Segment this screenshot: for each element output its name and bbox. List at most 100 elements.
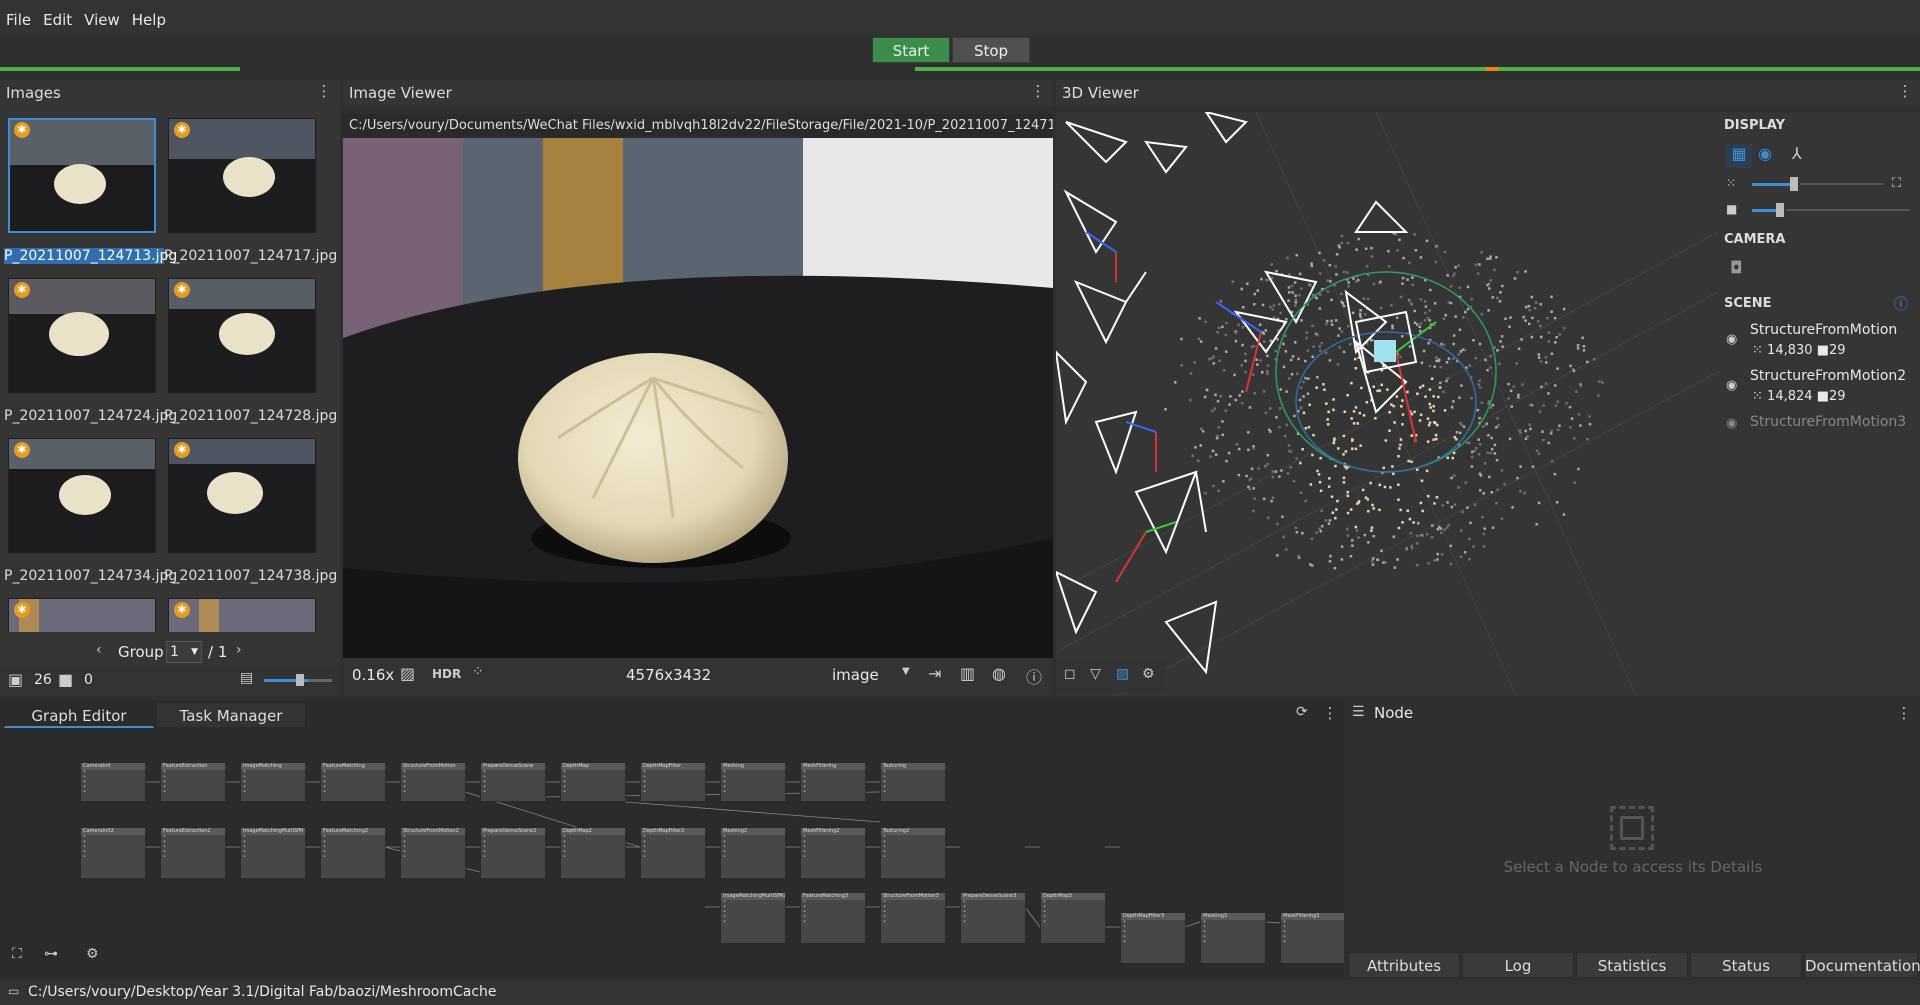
graph-node-port[interactable]: • (161, 790, 225, 795)
graph-node[interactable]: ImageMatchingMultiSfM • • • • • (240, 827, 306, 879)
grid-toggle-icon[interactable]: ▨ (1116, 666, 1129, 682)
graph-node-port[interactable]: • (721, 920, 785, 925)
graph-node-port[interactable]: • (241, 790, 305, 795)
graph-node[interactable]: DepthMapFilter • • • • • (640, 762, 706, 802)
tab-graph-editor[interactable]: Graph Editor (4, 702, 154, 728)
globe-icon[interactable]: ◍ (992, 664, 1006, 683)
eye-icon[interactable]: ◉ (1726, 378, 1737, 393)
frustum-icon[interactable]: ▽ (1090, 666, 1101, 682)
graph-node[interactable]: PrepareDenseScene2 • • • • • (480, 827, 546, 879)
graph-node-port[interactable]: • (881, 790, 945, 795)
graph-node-port[interactable]: • (561, 790, 625, 795)
group-select[interactable]: 1 ▼ (166, 641, 202, 663)
target-icon[interactable]: ◉ (1758, 144, 1772, 163)
graph-node[interactable]: StructureFromMotion2 • • • • • (400, 827, 466, 879)
graph-node[interactable]: DepthMap2 • • • • • (560, 827, 626, 879)
histogram-icon[interactable]: ▥ (960, 664, 975, 683)
graph-node-port[interactable]: • (881, 920, 945, 925)
fit-icon[interactable]: ⇥ (928, 664, 941, 683)
graph-node-port[interactable]: • (241, 855, 305, 860)
image-viewer-menu-icon[interactable]: ⋮ (1028, 82, 1048, 100)
graph-node[interactable]: DepthMapFilter2 • • • • • (640, 827, 706, 879)
graph-node[interactable]: StructureFromMotion3 • • • • • (880, 892, 946, 944)
thumbnail-6[interactable] (168, 438, 316, 553)
graph-node-port[interactable]: • (1041, 920, 1105, 925)
images-menu-icon[interactable]: ⋮ (314, 82, 334, 100)
graph-node[interactable]: FeatureExtraction • • • • • (160, 762, 226, 802)
graph-node[interactable]: DepthMapFilter3 • • • • • (1120, 912, 1186, 964)
graph-node-port[interactable]: • (961, 920, 1025, 925)
group-next-icon[interactable]: › (236, 642, 242, 658)
stop-button[interactable]: Stop (952, 37, 1030, 63)
menu-help[interactable]: Help (126, 0, 172, 40)
display-mode-select[interactable]: image (832, 666, 879, 684)
graph-node[interactable]: PrepareDenseScene3 • • • • • (960, 892, 1026, 944)
node-menu-icon[interactable]: ⋮ (1894, 704, 1914, 722)
hatch-icon[interactable]: ▨ (400, 664, 415, 683)
camera-scale-slider[interactable] (1752, 209, 1778, 212)
layout-icon[interactable]: ⊶ (44, 946, 58, 962)
graph-node[interactable]: CameraInit • • • • • (80, 762, 146, 802)
graph-canvas[interactable]: CameraInit • • • • • FeatureExtraction • • • • • Ima… (0, 732, 1344, 978)
menu-file[interactable]: File (0, 0, 37, 40)
graph-node[interactable]: FeatureMatching3 • • • • • (800, 892, 866, 944)
image-display[interactable] (343, 138, 1053, 658)
fullscreen-icon[interactable]: ⛶ (1892, 176, 1901, 191)
thumbnail-8[interactable] (168, 598, 316, 632)
graph-node-port[interactable]: • (561, 855, 625, 860)
graph-node[interactable]: DepthMap • • • • • (560, 762, 626, 802)
graph-node-port[interactable]: • (881, 855, 945, 860)
tab-attributes[interactable]: Attributes (1348, 952, 1460, 978)
thumbnail-5[interactable] (8, 438, 156, 553)
camera-snapshot-icon[interactable]: ◘ (1730, 258, 1743, 277)
graph-node-port[interactable]: • (641, 790, 705, 795)
graph-node[interactable]: MeshFiltering • • • • • (800, 762, 866, 802)
axis-icon[interactable]: ⅄ (1792, 144, 1802, 163)
graph-node[interactable]: Texturing2 • • • • • (880, 827, 946, 879)
chevron-down-icon[interactable]: ▼ (902, 666, 910, 677)
graph-node-port[interactable]: • (481, 790, 545, 795)
grid-icon[interactable]: ▦ (1726, 144, 1752, 168)
graph-node-port[interactable]: • (1281, 940, 1344, 945)
graph-node[interactable]: PrepareDenseScene • • • • • (480, 762, 546, 802)
graph-node-port[interactable]: • (801, 855, 865, 860)
tab-task-manager[interactable]: Task Manager (156, 702, 306, 728)
slider-handle[interactable] (1776, 203, 1784, 217)
graph-node-port[interactable]: • (641, 855, 705, 860)
slider-handle[interactable] (1790, 177, 1798, 191)
graph-node[interactable]: Meshing • • • • • (720, 762, 786, 802)
graph-node-port[interactable]: • (321, 855, 385, 860)
scene-item-name[interactable]: StructureFromMotion2 (1750, 368, 1906, 384)
graph-node[interactable]: MeshFiltering3 • • • • • (1280, 912, 1344, 964)
point-size-slider[interactable] (1752, 183, 1792, 186)
graph-node-port[interactable]: • (401, 855, 465, 860)
graph-node[interactable]: Texturing • • • • • (880, 762, 946, 802)
gear-icon[interactable]: ⚙ (1142, 666, 1155, 682)
scene-info-icon[interactable]: ⓘ (1894, 294, 1908, 314)
graph-node-port[interactable]: • (481, 855, 545, 860)
graph-node[interactable]: DepthMap3 • • • • • (1040, 892, 1106, 944)
graph-node-port[interactable]: • (81, 855, 145, 860)
viewer3d-menu-icon[interactable]: ⋮ (1895, 82, 1915, 100)
graph-node-port[interactable]: • (721, 855, 785, 860)
tab-documentation[interactable]: Documentation (1804, 952, 1920, 978)
tab-status[interactable]: Status (1690, 952, 1802, 978)
group-prev-icon[interactable]: ‹ (96, 642, 102, 658)
graph-node-port[interactable]: • (801, 920, 865, 925)
thumbnail-2[interactable] (168, 118, 316, 233)
graph-node[interactable]: FeatureExtraction2 • • • • • (160, 827, 226, 879)
eye-icon[interactable]: ◉ (1726, 332, 1737, 347)
graph-node[interactable]: MeshFiltering2 • • • • • (800, 827, 866, 879)
menu-edit[interactable]: Edit (37, 0, 78, 40)
graph-node-port[interactable]: • (81, 790, 145, 795)
graph-node[interactable]: Meshing3 • • • • • (1200, 912, 1266, 964)
graph-node[interactable]: ImageMatching • • • • • (240, 762, 306, 802)
tab-log[interactable]: Log (1462, 952, 1574, 978)
graph-node-port[interactable]: • (801, 790, 865, 795)
graph-node[interactable]: ImageMatchingMultiSfM2 • • • • • (720, 892, 786, 944)
graph-node-port[interactable]: • (401, 790, 465, 795)
thumbnail-1[interactable] (8, 118, 156, 233)
graph-node-port[interactable]: • (1121, 940, 1185, 945)
eye-icon[interactable]: ◉ (1726, 416, 1737, 431)
graph-node[interactable]: FeatureMatching • • • • • (320, 762, 386, 802)
